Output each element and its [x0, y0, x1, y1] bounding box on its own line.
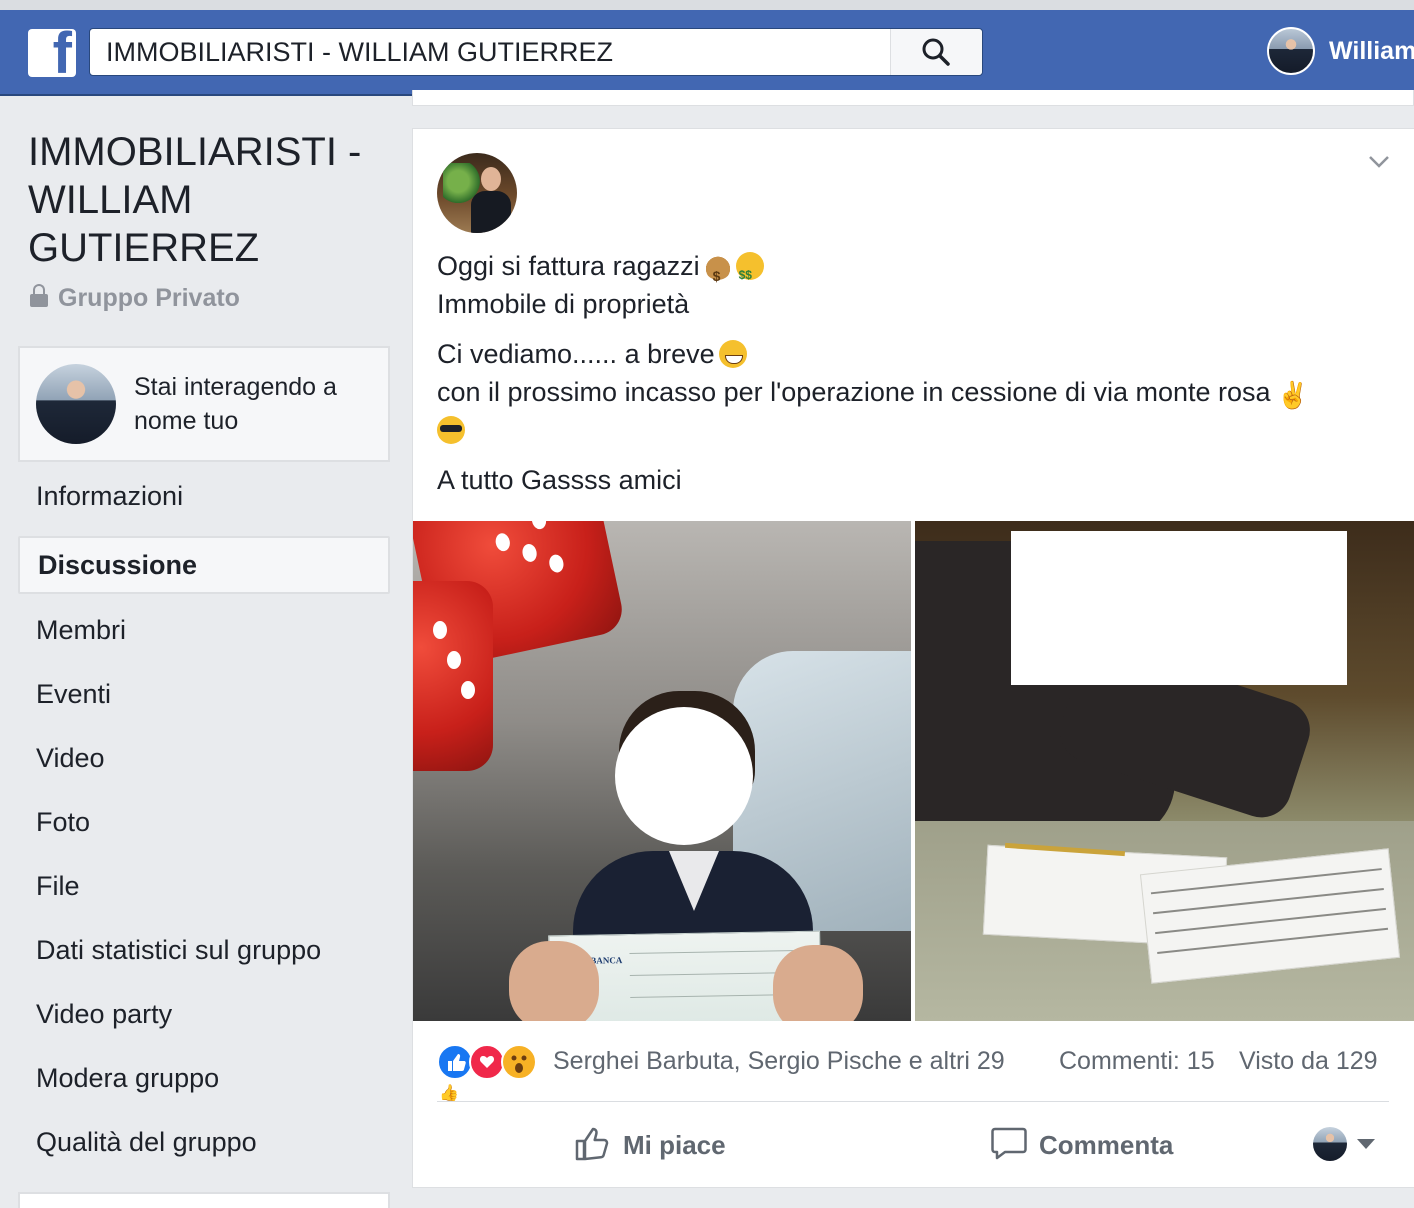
grinning-face-icon — [718, 340, 747, 368]
post-card: Oggi si fattura ragazzi Immobile di prop… — [412, 128, 1414, 1188]
nav-item-informazioni[interactable]: Informazioni — [18, 466, 390, 530]
post-actions: Mi piace Commenta — [413, 1113, 1414, 1173]
post-as-selector[interactable] — [1313, 1123, 1377, 1165]
post-paragraph: Oggi si fattura ragazzi Immobile di prop… — [437, 247, 1387, 323]
wow-reaction-icon[interactable] — [501, 1044, 537, 1080]
avatar — [1267, 27, 1315, 75]
search-button[interactable] — [890, 29, 982, 75]
nav-item-modera-gruppo[interactable]: Modera gruppo — [18, 1048, 390, 1112]
face-redaction — [615, 707, 753, 845]
nav-item-membri[interactable]: Membri — [18, 600, 390, 664]
nav-item-video[interactable]: Video — [18, 728, 390, 792]
money-bag-icon — [703, 252, 732, 295]
search-input[interactable] — [90, 29, 890, 75]
nav-item-file[interactable]: File — [18, 856, 390, 920]
post-line: con il prossimo incasso per l'operazione… — [437, 377, 1271, 407]
like-reaction-icon[interactable] — [437, 1044, 473, 1080]
seen-by-count[interactable]: Visto da 129 — [1239, 1047, 1378, 1076]
image-redaction — [1011, 531, 1347, 685]
like-button[interactable]: Mi piace — [573, 1123, 743, 1165]
facebook-logo-icon[interactable]: f — [28, 29, 76, 77]
post-paragraph: A tutto Gassss amici — [437, 461, 1387, 499]
acting-as-card[interactable]: Stai interagendo a nome tuo — [18, 346, 390, 462]
post-photos: BIVER BANCA — [413, 521, 1414, 1021]
post-photo[interactable]: BIVER BANCA — [413, 521, 911, 1021]
group-privacy: Gruppo Privato — [30, 284, 240, 313]
comment-icon — [991, 1127, 1027, 1160]
acting-as-text: Stai interagendo a nome tuo — [134, 373, 337, 435]
sign-of-horns-icon — [1275, 376, 1309, 414]
sidebar-card — [18, 1192, 390, 1208]
thumbs-up-icon — [575, 1127, 609, 1161]
like-button-label: Mi piace — [623, 1130, 726, 1160]
comment-button-label: Commenta — [1039, 1130, 1174, 1160]
group-privacy-label: Gruppo Privato — [58, 284, 240, 312]
comment-button[interactable]: Commenta — [989, 1123, 1189, 1165]
lock-icon — [30, 284, 48, 307]
post-line: Oggi si fattura ragazzi — [437, 251, 700, 281]
sunglasses-face-icon — [437, 416, 465, 444]
nav-item-discussione[interactable]: Discussione — [18, 536, 390, 594]
nav-item-foto[interactable]: Foto — [18, 792, 390, 856]
group-navigation: Informazioni Discussione Membri Eventi V… — [18, 466, 390, 1176]
chevron-down-icon[interactable] — [1368, 155, 1390, 169]
post-line: A tutto Gassss amici — [437, 465, 682, 495]
comments-count[interactable]: Commenti: 15 — [1059, 1047, 1215, 1076]
search-icon — [922, 38, 950, 66]
avatar — [1313, 1127, 1347, 1161]
nav-item-video-party[interactable]: Video party — [18, 984, 390, 1048]
post-author-avatar[interactable] — [437, 153, 517, 233]
love-reaction-icon[interactable] — [469, 1044, 505, 1080]
top-navigation-bar: f William — [0, 0, 1414, 96]
post-paragraph: Ci vediamo...... a breve con il prossimo… — [437, 335, 1387, 449]
nav-item-dati-statistici[interactable]: Dati statistici sul gruppo — [18, 920, 390, 984]
profile-name: William — [1329, 37, 1414, 65]
post-line: Ci vediamo...... a breve — [437, 339, 715, 369]
search-box — [89, 28, 983, 76]
nav-item-eventi[interactable]: Eventi — [18, 664, 390, 728]
post-line: Immobile di proprietà — [437, 289, 690, 319]
reaction-names[interactable]: Serghei Barbuta, Sergio Pische e altri 2… — [553, 1047, 1005, 1076]
group-title[interactable]: IMMOBILIARISTI - WILLIAM GUTIERREZ — [28, 128, 378, 272]
post-photo[interactable] — [915, 521, 1414, 1021]
divider — [437, 1101, 1389, 1102]
avatar — [36, 364, 116, 444]
reactions-bar: Serghei Barbuta, Sergio Pische e altri 2… — [437, 1041, 1389, 1081]
post-text: Oggi si fattura ragazzi Immobile di prop… — [437, 247, 1387, 511]
caret-down-icon — [1357, 1139, 1375, 1149]
nav-item-qualita-gruppo[interactable]: Qualità del gruppo — [18, 1112, 390, 1176]
previous-post-edge — [412, 90, 1414, 106]
money-mouth-face-icon — [735, 252, 764, 294]
